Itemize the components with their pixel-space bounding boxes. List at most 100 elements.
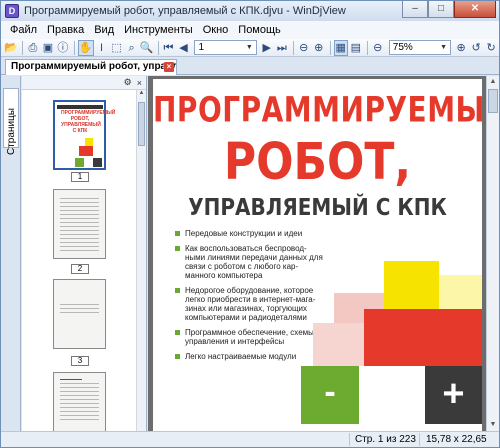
zoom-out-icon[interactable]: ⊖ (371, 40, 385, 56)
rect-select-icon[interactable]: ⬚ (110, 40, 124, 56)
thumbnails-pane: ⚙ × ПРОГРАММИРУЕМЫЙ РОБОТ, УПРАВЛЯЕМЫЙ С… (22, 76, 147, 432)
page-number-value: 1 (198, 42, 205, 53)
toolbar-separator (366, 40, 368, 55)
thumb-text-lines (60, 304, 99, 316)
thumbnail-number: 1 (71, 172, 89, 182)
thumbnails-scrollbar[interactable]: ▲ (136, 90, 146, 431)
feature-item: Легко настраиваемые модули (175, 352, 325, 361)
light-pink-square (313, 323, 364, 366)
close-pane-icon[interactable]: × (137, 78, 142, 88)
info-icon[interactable]: ⓘ (56, 40, 70, 56)
viewer-scrollbar[interactable]: ▲ ▼ (486, 76, 499, 431)
toolbar-separator (157, 40, 159, 55)
red-block (364, 309, 482, 366)
next-page-icon[interactable]: ▶ (260, 40, 274, 56)
first-page-icon[interactable]: ⏮ (161, 40, 175, 56)
light-yellow-square (439, 275, 482, 309)
minimize-button[interactable]: – (402, 1, 428, 18)
scrollbar-thumb[interactable] (488, 89, 498, 113)
hand-tool-icon[interactable]: ✋ (77, 39, 94, 56)
zoom-value: 75% (392, 42, 413, 53)
page-title-line2: РОБОТ, (223, 133, 412, 192)
prev-page-icon[interactable]: ◀ (176, 40, 190, 56)
maximize-button[interactable]: □ (428, 1, 454, 18)
tab-pages-label: Страницы (6, 108, 17, 155)
status-page-info: Стр. 1 из 223 (349, 433, 417, 446)
page-title-line3: УПРАВЛЯЕМЫЙ С КПК (188, 193, 447, 221)
plus-square: + (425, 366, 482, 424)
status-bar: Стр. 1 из 223 15,78 x 22,65 см (1, 431, 499, 448)
back-icon[interactable]: ⊖ (297, 40, 311, 56)
sidebar-tab-strip: Страницы (1, 76, 21, 431)
tab-pages[interactable]: Страницы (3, 88, 19, 155)
menu-window[interactable]: Окно (198, 24, 234, 36)
scrollbar-thumb[interactable] (138, 102, 145, 146)
chevron-down-icon: ▼ (245, 44, 253, 51)
toolbar-separator (73, 40, 75, 55)
text-select-icon[interactable]: I (95, 40, 109, 56)
app-window: D Программируемый робот, управляемый с К… (0, 0, 500, 448)
print-icon[interactable]: ⎙ (26, 40, 40, 56)
rotate-left-icon[interactable]: ↺ (469, 40, 483, 56)
feature-item: Передовые конструкции и идеи (175, 229, 325, 238)
thumbnail-number: 3 (71, 356, 89, 366)
continuous-icon[interactable]: ▤ (349, 40, 363, 56)
menu-view[interactable]: Вид (89, 24, 119, 36)
menu-help[interactable]: Помощь (233, 24, 286, 36)
close-button[interactable]: ✕ (454, 1, 496, 18)
document-tab-bar: Программируемый робот, управляе... × (1, 58, 499, 75)
zoom-rect-icon[interactable]: ⌕ (125, 40, 139, 56)
thumb-band (57, 105, 103, 109)
feature-list: Передовые конструкции и идеи Как восполь… (175, 229, 325, 367)
menu-bar: Файл Правка Вид Инструменты Окно Помощь (1, 21, 499, 39)
zoom-in-icon[interactable]: ⊕ (454, 40, 468, 56)
close-tab-icon[interactable]: × (164, 62, 174, 72)
tab-document[interactable]: Программируемый робот, управляе... × (5, 59, 177, 75)
forward-icon[interactable]: ⊕ (312, 40, 326, 56)
thumb-red-square (79, 146, 93, 156)
toolbar-separator (22, 40, 23, 55)
thumb-text-lines (60, 198, 99, 254)
scroll-up-icon[interactable]: ▲ (137, 90, 146, 100)
toolbar-separator (292, 40, 294, 55)
thumb-dark-square (93, 158, 102, 167)
menu-edit[interactable]: Правка (42, 24, 89, 36)
fit-page-icon[interactable]: ▦ (333, 39, 348, 56)
status-page-size: 15,78 x 22,65 см (419, 433, 497, 448)
thumbnail-number: 2 (71, 264, 89, 274)
page-thumbnail[interactable] (53, 279, 106, 349)
menu-file[interactable]: Файл (5, 24, 42, 36)
open-icon[interactable]: 📂 (4, 40, 18, 56)
rotate-right-icon[interactable]: ↻ (484, 40, 498, 56)
page-number-combo[interactable]: 1 ▼ (194, 40, 257, 55)
yellow-square (384, 261, 439, 309)
menu-tools[interactable]: Инструменты (119, 24, 198, 36)
document-page: ПРОГРАММИРУЕМЫЙ РОБОТ, УПРАВЛЯЕМЫЙ С КПК… (153, 79, 482, 431)
title-bar[interactable]: D Программируемый робот, управляемый с К… (1, 1, 499, 21)
thumb-text-lines (60, 379, 99, 423)
page-thumbnail[interactable] (53, 372, 106, 432)
search-icon[interactable]: 🔍 (140, 40, 154, 56)
thumbnails-header: ⚙ × (22, 76, 146, 90)
last-page-icon[interactable]: ⏭ (275, 40, 289, 56)
toolbar-separator (329, 40, 331, 55)
feature-item: Программное обеспечение, схемы управлени… (175, 328, 325, 346)
windjview-app-icon: D (5, 4, 19, 18)
save-icon[interactable]: ▣ (41, 40, 55, 56)
tab-document-label: Программируемый робот, управляе... (11, 61, 176, 72)
feature-item: Как воспользоваться беспровод-ными линия… (175, 244, 325, 280)
white-gap (359, 366, 425, 424)
minus-square: - (301, 366, 359, 424)
scroll-up-icon[interactable]: ▲ (487, 76, 499, 88)
thumb-yellow-square (85, 138, 93, 146)
zoom-combo[interactable]: 75% ▼ (388, 40, 452, 55)
page-thumbnail[interactable]: ПРОГРАММИРУЕМЫЙ РОБОТ, УПРАВЛЯЕМЫЙ С КПК (53, 100, 115, 170)
page-thumbnail[interactable] (53, 189, 106, 259)
chevron-down-icon: ▼ (440, 44, 448, 51)
thumb-green-square (75, 158, 84, 167)
scroll-down-icon[interactable]: ▼ (487, 419, 499, 431)
main-toolbar: 📂 ⎙ ▣ ⓘ ✋ I ⬚ ⌕ 🔍 ⏮ ◀ 1 ▼ ▶ ⏭ ⊖ ⊕ ▦ ▤ ⊖ … (1, 39, 499, 57)
gear-icon[interactable]: ⚙ (124, 77, 132, 88)
window-title: Программируемый робот, управляемый с КПК… (24, 5, 346, 17)
document-viewer[interactable]: ПРОГРАММИРУЕМЫЙ РОБОТ, УПРАВЛЯЕМЫЙ С КПК… (148, 76, 486, 431)
